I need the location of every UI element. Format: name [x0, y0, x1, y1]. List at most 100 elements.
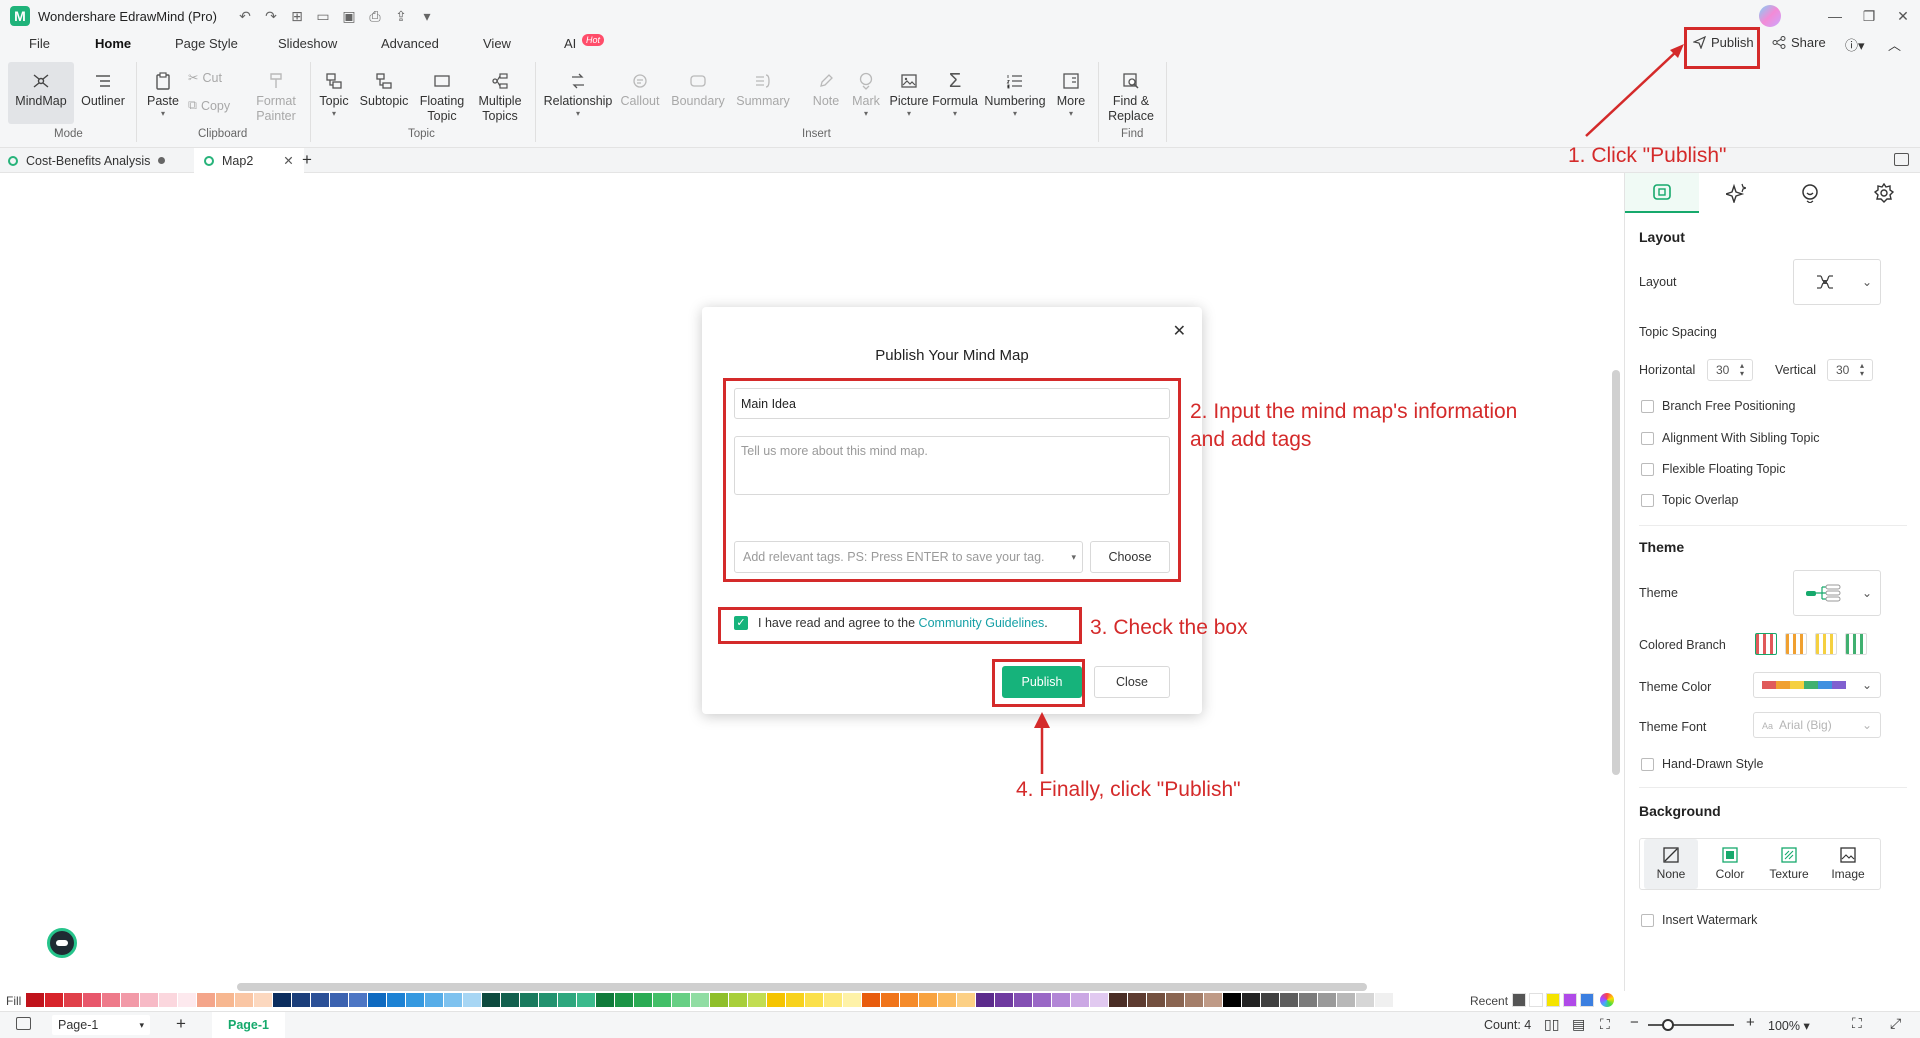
color-swatch[interactable]: [634, 993, 652, 1007]
topic-overlap-checkbox[interactable]: Topic Overlap: [1641, 493, 1738, 507]
ai-assistant-icon[interactable]: [47, 928, 77, 958]
copy-button[interactable]: ⧉ Copy: [188, 98, 230, 113]
panel-tab-ai[interactable]: [1699, 173, 1773, 213]
customize-toolbar-icon[interactable]: ▾: [419, 8, 435, 25]
color-swatch[interactable]: [235, 993, 253, 1007]
share-button[interactable]: Share: [1772, 35, 1826, 50]
menu-slideshow[interactable]: Slideshow: [278, 36, 337, 51]
color-swatch[interactable]: [786, 993, 804, 1007]
summary-button[interactable]: Summary: [732, 68, 794, 109]
stepper-arrows-icon[interactable]: ▴ ▾: [1860, 362, 1864, 378]
color-swatch[interactable]: [1166, 993, 1184, 1007]
color-swatch[interactable]: [273, 993, 291, 1007]
color-swatch[interactable]: [1299, 993, 1317, 1007]
panel-tab-settings[interactable]: [1847, 173, 1920, 213]
color-swatch[interactable]: [26, 993, 44, 1007]
panel-tab-mark[interactable]: [1773, 173, 1847, 213]
page-panel-icon[interactable]: [16, 1017, 31, 1030]
zoom-slider[interactable]: [1648, 1019, 1734, 1031]
menu-home[interactable]: Home: [95, 36, 131, 51]
color-swatch[interactable]: [862, 993, 880, 1007]
color-swatch[interactable]: [824, 993, 842, 1007]
zoom-slider-handle[interactable]: [1662, 1019, 1674, 1031]
expand-icon[interactable]: ⤢: [1890, 1015, 1901, 1032]
color-swatch[interactable]: [672, 993, 690, 1007]
color-swatch[interactable]: [1071, 993, 1089, 1007]
help-icon[interactable]: ⓘ▾: [1845, 35, 1865, 54]
color-swatch[interactable]: [1052, 993, 1070, 1007]
color-swatch[interactable]: [1033, 993, 1051, 1007]
color-swatch[interactable]: [216, 993, 234, 1007]
color-swatch[interactable]: [349, 993, 367, 1007]
page-tab[interactable]: Page-1: [212, 1012, 285, 1038]
close-dialog-button[interactable]: Close: [1094, 666, 1170, 698]
subtopic-button[interactable]: Subtopic: [356, 68, 412, 109]
color-swatch[interactable]: [520, 993, 538, 1007]
panel-tab-format[interactable]: [1625, 173, 1699, 213]
color-swatch[interactable]: [900, 993, 918, 1007]
new-file-icon[interactable]: ⊞: [289, 8, 305, 25]
layout-dropdown[interactable]: ⌄: [1793, 259, 1881, 305]
color-swatch[interactable]: [1356, 993, 1374, 1007]
color-swatch[interactable]: [254, 993, 272, 1007]
color-swatch[interactable]: [159, 993, 177, 1007]
color-swatch[interactable]: [1147, 993, 1165, 1007]
print-icon[interactable]: ⎙: [367, 8, 383, 25]
color-swatch[interactable]: [102, 993, 120, 1007]
color-swatch[interactable]: [1375, 993, 1393, 1007]
menu-view[interactable]: View: [483, 36, 511, 51]
mark-button[interactable]: Mark ▾: [848, 68, 884, 119]
color-swatch[interactable]: [976, 993, 994, 1007]
theme-dropdown[interactable]: ⌄: [1793, 570, 1881, 616]
color-swatch[interactable]: [311, 993, 329, 1007]
callout-button[interactable]: Callout: [618, 68, 662, 109]
color-swatch[interactable]: [121, 993, 139, 1007]
color-swatch[interactable]: [425, 993, 443, 1007]
color-swatch[interactable]: [558, 993, 576, 1007]
floating-topic-button[interactable]: Floating Topic: [416, 68, 468, 124]
color-swatch[interactable]: [406, 993, 424, 1007]
recent-color-swatch[interactable]: [1512, 993, 1526, 1007]
page-select-dropdown[interactable]: Page-1 ▾: [52, 1015, 150, 1035]
color-swatch[interactable]: [691, 993, 709, 1007]
color-swatch[interactable]: [710, 993, 728, 1007]
topic-button[interactable]: Topic ▾: [316, 68, 352, 119]
color-swatch[interactable]: [938, 993, 956, 1007]
toggle-panel-icon[interactable]: [1894, 153, 1909, 166]
theme-color-dropdown[interactable]: ⌄: [1753, 672, 1881, 698]
color-swatch[interactable]: [995, 993, 1013, 1007]
color-swatch[interactable]: [596, 993, 614, 1007]
hand-drawn-checkbox[interactable]: Hand-Drawn Style: [1641, 757, 1763, 771]
color-swatch[interactable]: [653, 993, 671, 1007]
insert-watermark-checkbox[interactable]: Insert Watermark: [1641, 913, 1757, 927]
color-swatch[interactable]: [1223, 993, 1241, 1007]
stepper-arrows-icon[interactable]: ▴ ▾: [1740, 362, 1744, 378]
color-swatch[interactable]: [444, 993, 462, 1007]
close-window-icon[interactable]: ✕: [1886, 0, 1920, 32]
avatar[interactable]: [1759, 5, 1781, 27]
color-swatch[interactable]: [919, 993, 937, 1007]
color-swatch[interactable]: [1128, 993, 1146, 1007]
color-swatch[interactable]: [1109, 993, 1127, 1007]
zoom-in-icon[interactable]: +: [1746, 1014, 1755, 1031]
horizontal-scrollbar[interactable]: [237, 983, 1367, 991]
color-swatch[interactable]: [1280, 993, 1298, 1007]
relationship-button[interactable]: Relationship ▾: [540, 68, 616, 119]
flexible-floating-checkbox[interactable]: Flexible Floating Topic: [1641, 462, 1785, 476]
alignment-sibling-checkbox[interactable]: Alignment With Sibling Topic: [1641, 431, 1819, 445]
dialog-close-icon[interactable]: ✕: [1173, 321, 1186, 341]
color-swatch[interactable]: [1261, 993, 1279, 1007]
boundary-button[interactable]: Boundary: [666, 68, 730, 109]
menu-page-style[interactable]: Page Style: [175, 36, 238, 51]
paste-button[interactable]: Paste ▾: [144, 68, 182, 119]
colored-branch-option[interactable]: [1845, 633, 1867, 655]
redo-icon[interactable]: ↷: [263, 8, 279, 25]
undo-icon[interactable]: ↶: [237, 8, 253, 25]
branch-free-positioning-checkbox[interactable]: Branch Free Positioning: [1641, 399, 1795, 413]
color-swatch[interactable]: [1090, 993, 1108, 1007]
color-swatch[interactable]: [64, 993, 82, 1007]
recent-color-swatch[interactable]: [1580, 993, 1594, 1007]
fit-screen-icon[interactable]: ⛶: [1600, 1016, 1610, 1033]
color-swatch[interactable]: [881, 993, 899, 1007]
vertical-spacing-stepper[interactable]: 30 ▴ ▾: [1827, 359, 1873, 381]
